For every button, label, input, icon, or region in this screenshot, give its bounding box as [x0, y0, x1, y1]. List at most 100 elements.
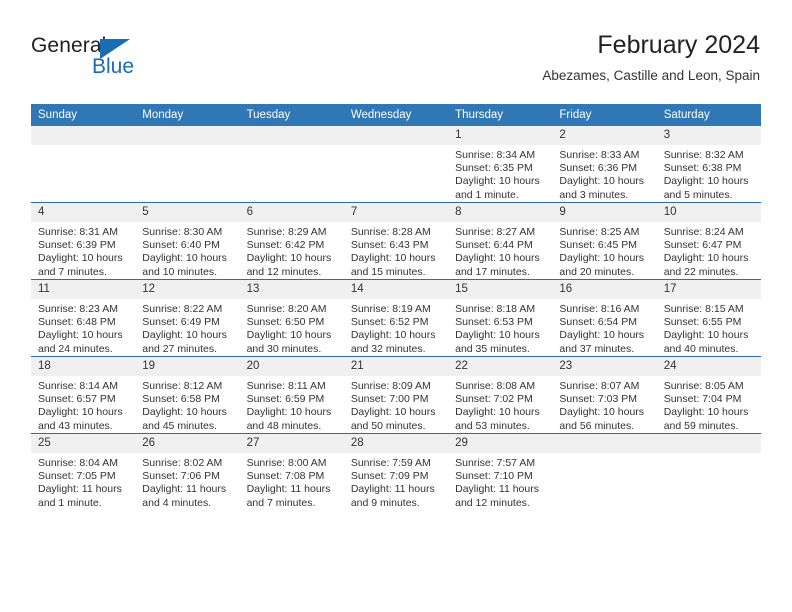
daylight-text: Daylight: 10 hours and 56 minutes. [559, 406, 645, 432]
sunset-text: Sunset: 6:53 PM [455, 316, 533, 329]
daylight-text: Daylight: 10 hours and 10 minutes. [142, 252, 227, 278]
sunrise-text: Sunrise: 8:09 AM [350, 380, 431, 392]
day-number: 5 [135, 203, 240, 222]
sunrise-text: Sunrise: 8:04 AM [38, 457, 118, 469]
weekday-header-wednesday: Wednesday [343, 104, 449, 126]
calendar-day-cell[interactable]: 14 Sunrise: 8:19 AM Sunset: 6:52 PM Dayligh… [343, 279, 449, 357]
day-details: Sunrise: 8:15 AM Sunset: 6:55 PM Daylight:… [657, 299, 761, 356]
calendar-day-cell-empty [552, 433, 657, 510]
daylight-text: Daylight: 10 hours and 53 minutes. [455, 406, 540, 432]
sunrise-text: Sunrise: 8:16 AM [559, 303, 640, 315]
sunrise-text: Sunrise: 8:31 AM [38, 226, 118, 238]
sunrise-text: Sunrise: 8:19 AM [350, 303, 431, 315]
calendar-day-cell[interactable]: 15 Sunrise: 8:18 AM Sunset: 6:53 PM Dayligh… [448, 279, 553, 357]
day-number: 4 [31, 203, 136, 222]
sunset-text: Sunset: 6:39 PM [38, 239, 116, 252]
sunrise-text: Sunrise: 7:59 AM [350, 457, 431, 469]
calendar-day-cell[interactable]: 3 Sunrise: 8:32 AM Sunset: 6:38 PM Daylight… [656, 126, 761, 203]
day-number: 6 [239, 203, 344, 222]
calendar-day-cell-empty [656, 433, 761, 510]
day-details: Sunrise: 8:09 AM Sunset: 7:00 PM Daylight:… [344, 376, 448, 433]
sunset-text: Sunset: 6:49 PM [142, 316, 220, 329]
sunset-text: Sunset: 6:55 PM [663, 316, 742, 329]
calendar-day-cell[interactable]: 1 Sunrise: 8:34 AM Sunset: 6:35 PM Daylight… [448, 126, 553, 203]
sunset-text: Sunset: 7:09 PM [350, 470, 429, 483]
calendar-day-cell[interactable]: 21 Sunrise: 8:09 AM Sunset: 7:00 PM Dayligh… [343, 356, 449, 434]
sunrise-text: Sunrise: 8:00 AM [246, 457, 327, 469]
daylight-text: Daylight: 11 hours and 1 minute. [38, 483, 122, 509]
calendar-day-cell[interactable]: 11 Sunrise: 8:23 AM Sunset: 6:48 PM Dayligh… [31, 279, 136, 357]
sunrise-text: Sunrise: 8:07 AM [559, 380, 640, 392]
daylight-text: Daylight: 10 hours and 22 minutes. [663, 252, 749, 278]
day-number: 27 [239, 434, 344, 453]
calendar-day-cell[interactable]: 12 Sunrise: 8:22 AM Sunset: 6:49 PM Dayligh… [135, 279, 240, 357]
calendar-day-cell[interactable]: 8 Sunrise: 8:27 AM Sunset: 6:44 PM Daylight… [448, 202, 553, 280]
calendar-day-cell[interactable]: 7 Sunrise: 8:28 AM Sunset: 6:43 PM Daylight… [343, 202, 449, 280]
sunset-text: Sunset: 6:45 PM [559, 239, 638, 252]
daylight-text: Daylight: 10 hours and 24 minutes. [38, 329, 123, 355]
day-details: Sunrise: 8:22 AM Sunset: 6:49 PM Daylight:… [135, 299, 239, 356]
calendar-day-cell[interactable]: 2 Sunrise: 8:33 AM Sunset: 6:36 PM Daylight… [552, 126, 657, 203]
day-details: Sunrise: 8:24 AM Sunset: 6:47 PM Daylight:… [657, 222, 761, 279]
calendar-day-cell[interactable]: 13 Sunrise: 8:20 AM Sunset: 6:50 PM Dayligh… [239, 279, 344, 357]
daylight-text: Daylight: 10 hours and 35 minutes. [455, 329, 540, 355]
sunrise-text: Sunrise: 8:25 AM [559, 226, 640, 238]
calendar-day-cell[interactable]: 29 Sunrise: 7:57 AM Sunset: 7:10 PM Dayligh… [448, 433, 553, 510]
day-details: Sunrise: 8:05 AM Sunset: 7:04 PM Daylight:… [657, 376, 761, 433]
weekday-header-sunday: Sunday [31, 104, 136, 126]
calendar-day-cell[interactable]: 16 Sunrise: 8:16 AM Sunset: 6:54 PM Dayligh… [552, 279, 657, 357]
daylight-text: Daylight: 10 hours and 50 minutes. [350, 406, 436, 432]
calendar-day-cell[interactable]: 6 Sunrise: 8:29 AM Sunset: 6:42 PM Daylight… [239, 202, 344, 280]
sunrise-text: Sunrise: 8:08 AM [455, 380, 536, 392]
calendar-day-cell[interactable]: 19 Sunrise: 8:12 AM Sunset: 6:58 PM Dayligh… [135, 356, 240, 434]
day-number: 20 [239, 357, 344, 376]
weekday-header-thursday: Thursday [448, 104, 553, 126]
sunset-text: Sunset: 7:04 PM [663, 393, 742, 406]
day-number: 18 [31, 357, 136, 376]
day-details: Sunrise: 8:19 AM Sunset: 6:52 PM Daylight:… [344, 299, 448, 356]
calendar-day-cell[interactable]: 10 Sunrise: 8:24 AM Sunset: 6:47 PM Dayligh… [656, 202, 761, 280]
sunset-text: Sunset: 7:02 PM [455, 393, 533, 406]
daylight-text: Daylight: 10 hours and 43 minutes. [38, 406, 123, 432]
calendar-day-cell-empty [135, 126, 240, 203]
calendar-day-cell[interactable]: 24 Sunrise: 8:05 AM Sunset: 7:04 PM Dayligh… [656, 356, 761, 434]
general-blue-logo: General Blue [31, 34, 231, 90]
day-number [135, 126, 240, 145]
title-block: February 2024 Abezames, Castille and Leo… [542, 30, 760, 84]
calendar-day-cell[interactable]: 25 Sunrise: 8:04 AM Sunset: 7:05 PM Dayligh… [31, 433, 136, 510]
day-details: Sunrise: 8:27 AM Sunset: 6:44 PM Daylight:… [448, 222, 552, 279]
sunrise-text: Sunrise: 8:15 AM [663, 303, 744, 315]
calendar-day-cell[interactable]: 23 Sunrise: 8:07 AM Sunset: 7:03 PM Dayligh… [552, 356, 657, 434]
calendar-day-cell[interactable]: 9 Sunrise: 8:25 AM Sunset: 6:45 PM Daylight… [552, 202, 657, 280]
page-header: General Blue February 2024 Abezames, Cas… [31, 30, 760, 98]
sunrise-text: Sunrise: 8:34 AM [455, 149, 536, 161]
sunset-text: Sunset: 6:43 PM [350, 239, 429, 252]
calendar-day-cell[interactable]: 22 Sunrise: 8:08 AM Sunset: 7:02 PM Dayligh… [448, 356, 553, 434]
calendar-day-cell[interactable]: 17 Sunrise: 8:15 AM Sunset: 6:55 PM Dayligh… [656, 279, 761, 357]
calendar-day-cell[interactable]: 4 Sunrise: 8:31 AM Sunset: 6:39 PM Daylight… [31, 202, 136, 280]
day-number: 26 [135, 434, 240, 453]
sunset-text: Sunset: 6:54 PM [559, 316, 638, 329]
calendar-day-cell[interactable]: 27 Sunrise: 8:00 AM Sunset: 7:08 PM Dayligh… [239, 433, 344, 510]
day-details: Sunrise: 8:33 AM Sunset: 6:36 PM Daylight:… [552, 145, 656, 202]
calendar-day-cell[interactable]: 5 Sunrise: 8:30 AM Sunset: 6:40 PM Daylight… [135, 202, 240, 280]
calendar-day-cell[interactable]: 28 Sunrise: 7:59 AM Sunset: 7:09 PM Dayligh… [343, 433, 449, 510]
day-number: 25 [31, 434, 136, 453]
sunset-text: Sunset: 6:47 PM [663, 239, 742, 252]
calendar-day-cell[interactable]: 26 Sunrise: 8:02 AM Sunset: 7:06 PM Dayligh… [135, 433, 240, 510]
calendar-day-cell[interactable]: 20 Sunrise: 8:11 AM Sunset: 6:59 PM Dayligh… [239, 356, 344, 434]
sunrise-text: Sunrise: 7:57 AM [455, 457, 536, 469]
daylight-text: Daylight: 10 hours and 20 minutes. [559, 252, 645, 278]
sunrise-text: Sunrise: 8:27 AM [455, 226, 536, 238]
weekday-header-monday: Monday [135, 104, 240, 126]
daylight-text: Daylight: 11 hours and 7 minutes. [246, 483, 331, 509]
sunrise-text: Sunrise: 8:24 AM [663, 226, 744, 238]
day-number: 2 [552, 126, 657, 145]
day-details: Sunrise: 8:11 AM Sunset: 6:59 PM Daylight:… [240, 376, 344, 433]
day-details: Sunrise: 8:20 AM Sunset: 6:50 PM Daylight:… [240, 299, 344, 356]
calendar-day-cell[interactable]: 18 Sunrise: 8:14 AM Sunset: 6:57 PM Dayligh… [31, 356, 136, 434]
day-details: Sunrise: 8:02 AM Sunset: 7:06 PM Daylight:… [135, 453, 239, 510]
calendar-day-cell-empty [239, 126, 344, 203]
day-number: 16 [552, 280, 657, 299]
sunrise-text: Sunrise: 8:11 AM [246, 380, 326, 392]
